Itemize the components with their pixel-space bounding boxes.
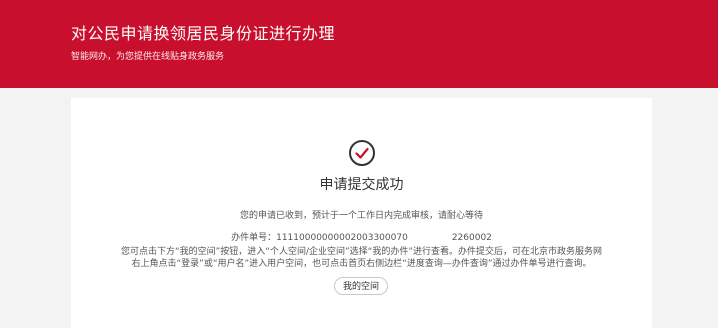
application-number: 办件单号：11110000000002003300070 2260002 [71,232,652,244]
my-space-button[interactable]: 我的空间 [334,277,388,295]
header-banner: 对公民申请换领居民身份证进行办理 智能网办，为您提供在线贴身政务服务 [0,0,718,88]
application-number-value: 11110000000002003300070 [276,233,408,243]
instruction-line-1: 您可点击下方“我的空间”按钮，进入“个人空间/企业空间”选择“我的办件”进行查看… [120,247,602,257]
page-title: 对公民申请换领居民身份证进行办理 [71,24,336,43]
result-card: 申请提交成功 您的申请已收到，预计于一个工作日内完成审核，请耐心等待 办件单号：… [71,98,652,328]
page-subtitle: 智能网办，为您提供在线贴身政务服务 [71,52,225,62]
received-message: 您的申请已收到，预计于一个工作日内完成审核，请耐心等待 [239,211,483,221]
check-circle-icon [349,140,375,166]
success-title: 申请提交成功 [319,177,404,193]
instruction-line-2: 右上角点击“登录”或“用户名”进入用户空间，也可点击首页右侧边栏“进度查询—办件… [131,259,592,269]
application-number-label: 办件单号： [231,233,277,243]
application-number-tail: 2260002 [451,233,492,243]
